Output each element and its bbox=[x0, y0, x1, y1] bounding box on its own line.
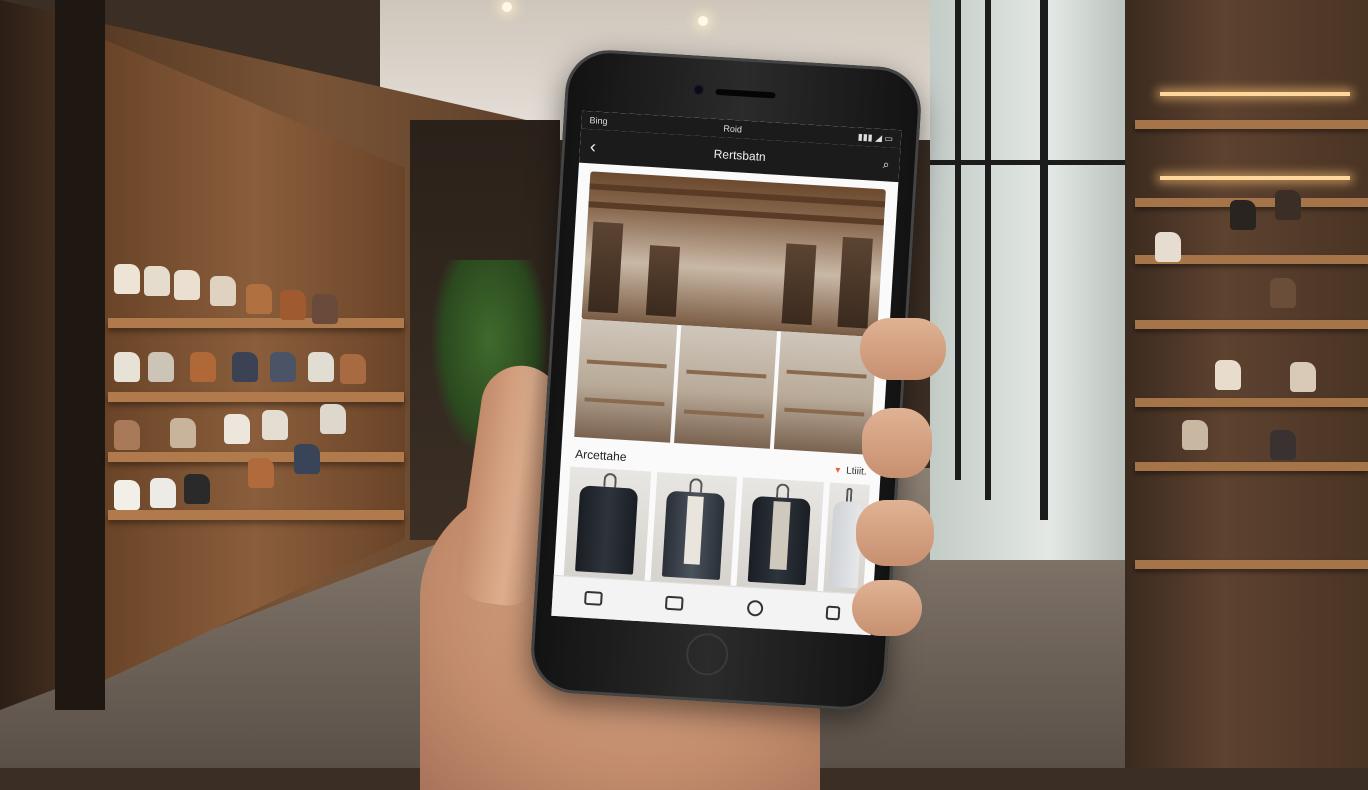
shoe bbox=[148, 352, 174, 382]
ceiling-light bbox=[502, 2, 512, 12]
shoe bbox=[114, 420, 140, 450]
product-card[interactable] bbox=[736, 477, 824, 592]
shoe bbox=[174, 270, 200, 300]
status-left: Bing bbox=[589, 115, 608, 127]
finger bbox=[860, 318, 946, 380]
shoe bbox=[150, 478, 176, 508]
shoe bbox=[190, 352, 216, 382]
shoe bbox=[114, 352, 140, 382]
status-icons: ▮▮▮ ◢ ▭ bbox=[857, 131, 894, 144]
shoe bbox=[270, 352, 296, 382]
filter-icon: ▾ bbox=[835, 464, 841, 476]
shoe bbox=[1215, 360, 1241, 390]
shelf-board bbox=[108, 510, 404, 520]
left-wall-frame bbox=[55, 0, 105, 710]
thumb-shelf bbox=[586, 359, 668, 369]
hero-beam bbox=[588, 201, 885, 226]
thumb-shelf bbox=[584, 397, 665, 407]
search-icon[interactable]: ⌕ bbox=[869, 156, 890, 172]
home-button[interactable] bbox=[684, 632, 730, 677]
shoe bbox=[184, 474, 210, 504]
shoe bbox=[262, 410, 288, 440]
ceiling-light bbox=[698, 16, 708, 26]
shelf-board bbox=[1135, 560, 1368, 569]
hanger-icon bbox=[603, 472, 617, 488]
app-screen: Bing Roid ▮▮▮ ◢ ▭ ‹ Rertsbatn ⌕ Arcettah… bbox=[551, 110, 902, 636]
shelf-board bbox=[1135, 398, 1368, 407]
thumb-shelf bbox=[685, 369, 767, 379]
shoe bbox=[232, 352, 258, 382]
shelf-board bbox=[1135, 120, 1368, 129]
shoe bbox=[210, 276, 236, 306]
product-card[interactable] bbox=[650, 471, 738, 587]
product-card[interactable] bbox=[563, 466, 651, 582]
shoe bbox=[114, 264, 140, 294]
product-carousel bbox=[563, 466, 870, 595]
thumb-shelf bbox=[786, 369, 867, 379]
shelf-board bbox=[108, 392, 404, 402]
gallery-thumbnail[interactable] bbox=[574, 319, 678, 443]
gallery-thumbnails bbox=[574, 319, 877, 455]
shoe bbox=[294, 444, 320, 474]
hanger-icon bbox=[775, 483, 790, 499]
see-more-label: Ltiiit. bbox=[845, 465, 867, 478]
shoe bbox=[114, 480, 140, 510]
shoe bbox=[246, 284, 272, 314]
page-title: Rertsbatn bbox=[713, 146, 767, 164]
shoe bbox=[320, 404, 346, 434]
hanger-icon bbox=[689, 478, 704, 493]
cart-icon[interactable] bbox=[825, 605, 841, 621]
shelf-light bbox=[1160, 92, 1350, 96]
shoe bbox=[1270, 430, 1296, 460]
shoe bbox=[170, 418, 196, 448]
shoe bbox=[280, 290, 306, 320]
home-icon[interactable] bbox=[583, 590, 603, 606]
shelf-light bbox=[1160, 176, 1350, 180]
hero-shelf bbox=[587, 221, 624, 314]
earpiece-speaker bbox=[715, 88, 776, 99]
shoe bbox=[312, 294, 338, 324]
thumb-shelf bbox=[783, 407, 865, 417]
shoe bbox=[1230, 200, 1256, 230]
back-arrow-icon[interactable]: ‹ bbox=[589, 136, 610, 156]
shelf-board bbox=[1135, 462, 1368, 471]
shelf-board bbox=[108, 318, 404, 328]
coat-image bbox=[575, 485, 639, 575]
shoe bbox=[1290, 362, 1316, 392]
hanger-icon bbox=[845, 487, 853, 502]
shoe bbox=[340, 354, 366, 384]
window-mullion bbox=[955, 0, 961, 480]
shoe bbox=[224, 414, 250, 444]
thumb-shelf bbox=[683, 409, 765, 419]
shoe bbox=[308, 352, 334, 382]
catalog-icon[interactable] bbox=[665, 595, 684, 611]
window-mullion bbox=[985, 0, 991, 500]
shoe bbox=[1275, 190, 1301, 220]
profile-icon[interactable] bbox=[746, 599, 764, 617]
section-title: Arcettahe bbox=[574, 446, 627, 465]
shoe bbox=[144, 266, 170, 296]
hero-image[interactable] bbox=[581, 171, 886, 338]
shoe bbox=[1270, 278, 1296, 308]
shoe bbox=[1155, 232, 1181, 262]
shoe bbox=[1182, 420, 1208, 450]
hero-shelf bbox=[781, 243, 817, 326]
front-camera bbox=[693, 84, 704, 96]
finger bbox=[852, 580, 922, 636]
window-mullion bbox=[1040, 0, 1048, 520]
gallery-thumbnail[interactable] bbox=[674, 325, 778, 449]
hero-shelf bbox=[837, 236, 873, 329]
see-more-link[interactable]: ▾ Ltiiit. bbox=[835, 464, 867, 477]
shelf-board bbox=[1135, 320, 1368, 329]
finger bbox=[856, 500, 934, 566]
hero-shelf bbox=[645, 245, 681, 317]
finger bbox=[862, 408, 932, 478]
shoe bbox=[248, 458, 274, 488]
right-wall bbox=[1125, 0, 1368, 768]
window-mullion bbox=[930, 160, 1125, 165]
